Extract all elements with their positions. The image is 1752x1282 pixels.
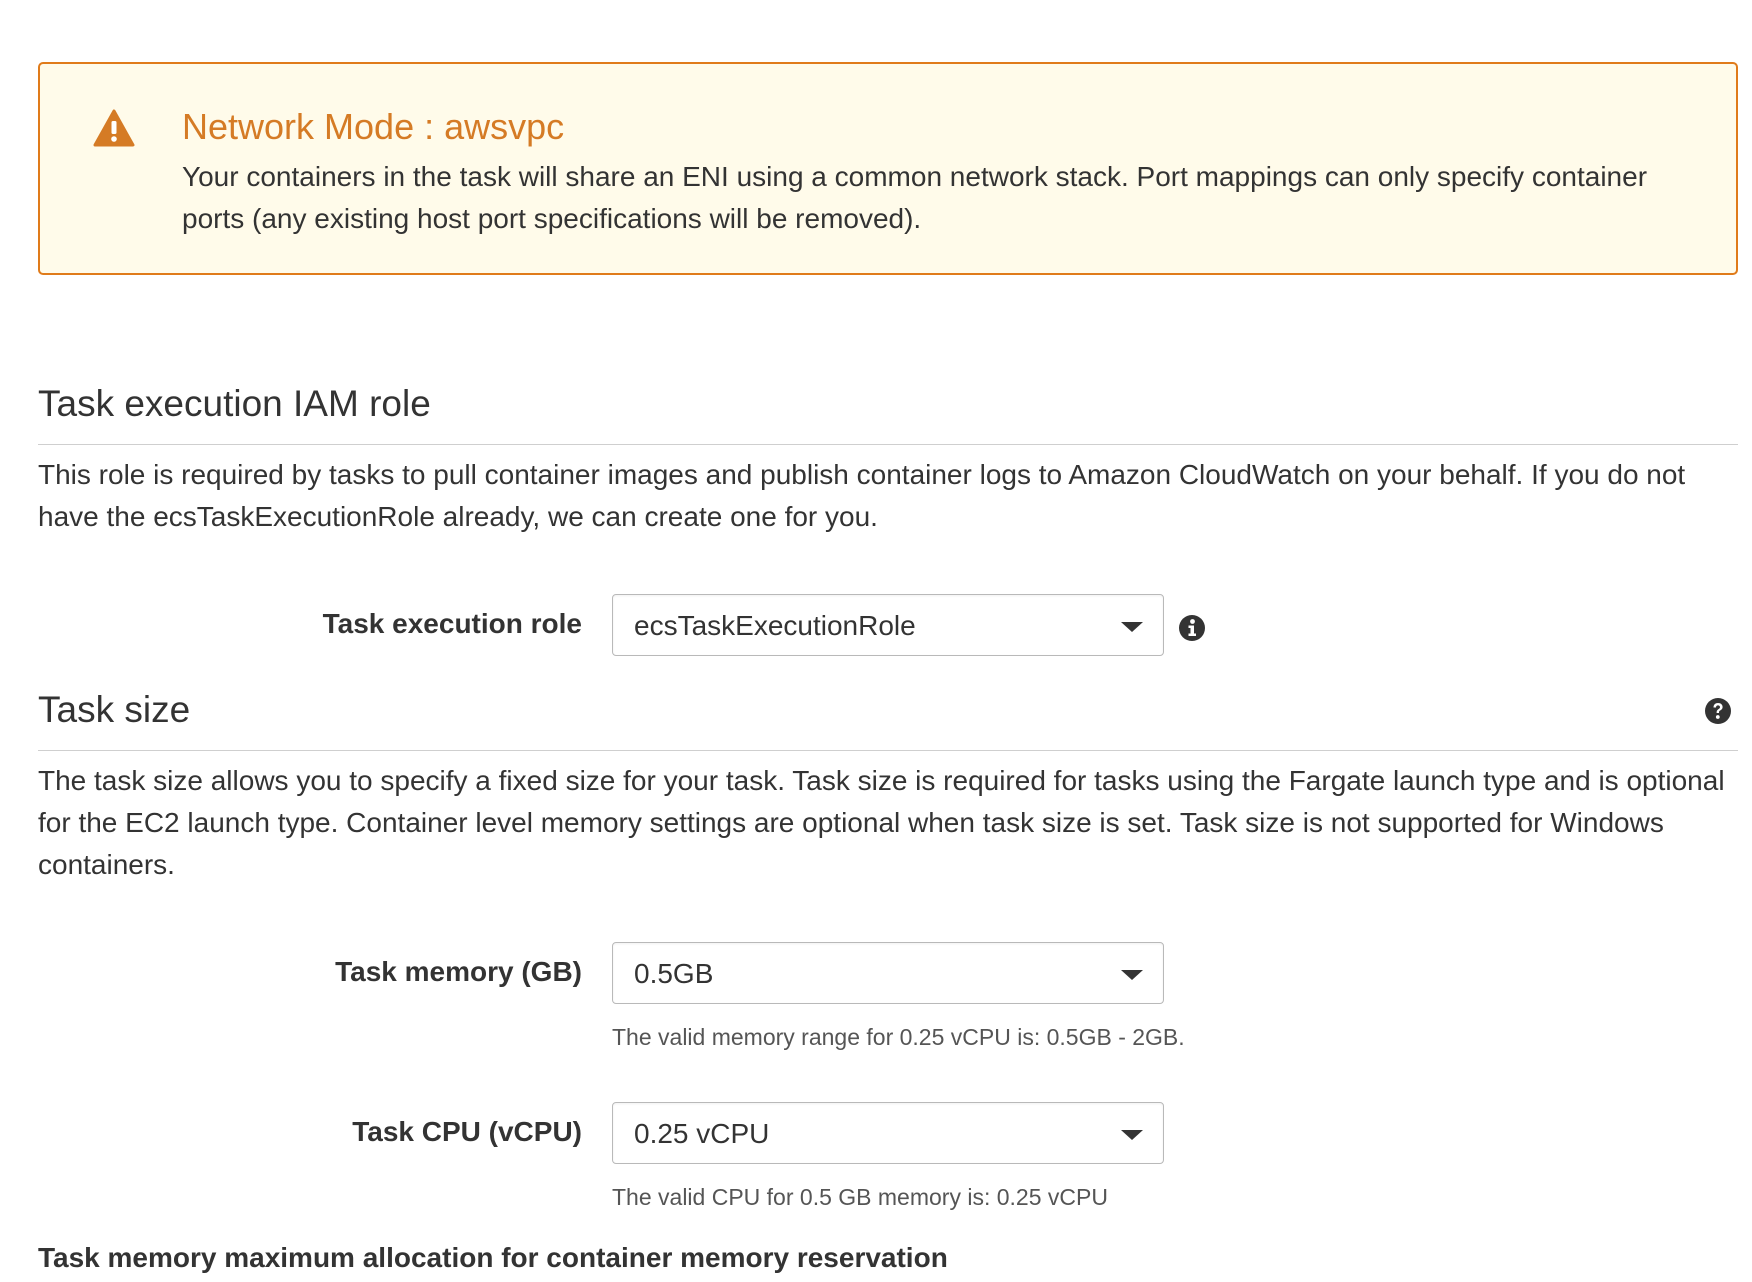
network-mode-alert: Network Mode : awsvpc Your containers in… bbox=[38, 62, 1738, 275]
question-circle-icon[interactable] bbox=[1704, 697, 1732, 725]
execution-role-description: This role is required by tasks to pull c… bbox=[38, 459, 1686, 532]
task-memory-hint: The valid memory range for 0.25 vCPU is:… bbox=[612, 1024, 1185, 1050]
task-execution-role-label: Task execution role bbox=[322, 608, 582, 639]
task-cpu-label: Task CPU (vCPU) bbox=[352, 1116, 582, 1147]
task-memory-label: Task memory (GB) bbox=[335, 956, 582, 987]
task-memory-value: 0.5GB bbox=[634, 958, 714, 989]
task-cpu-value: 0.25 vCPU bbox=[634, 1118, 770, 1149]
section-divider bbox=[38, 750, 1738, 751]
task-size-section-title: Task size bbox=[38, 689, 191, 730]
warning-triangle-icon bbox=[93, 109, 135, 147]
execution-role-section-title: Task execution IAM role bbox=[38, 383, 431, 424]
task-cpu-select[interactable]: 0.25 vCPU bbox=[612, 1102, 1164, 1164]
task-size-description: The task size allows you to specify a fi… bbox=[38, 765, 1725, 880]
chevron-down-icon bbox=[1121, 622, 1143, 632]
task-memory-select[interactable]: 0.5GB bbox=[612, 942, 1164, 1004]
memory-reservation-label: Task memory maximum allocation for conta… bbox=[38, 1242, 948, 1273]
section-divider bbox=[38, 444, 1738, 445]
info-circle-icon[interactable] bbox=[1178, 614, 1206, 642]
chevron-down-icon bbox=[1121, 1130, 1143, 1140]
task-cpu-hint: The valid CPU for 0.5 GB memory is: 0.25… bbox=[612, 1184, 1108, 1210]
task-execution-role-value: ecsTaskExecutionRole bbox=[634, 610, 916, 641]
task-execution-role-select[interactable]: ecsTaskExecutionRole bbox=[612, 594, 1164, 656]
chevron-down-icon bbox=[1121, 970, 1143, 980]
alert-body: Your containers in the task will share a… bbox=[182, 161, 1648, 234]
alert-title: Network Mode : awsvpc bbox=[182, 106, 565, 147]
